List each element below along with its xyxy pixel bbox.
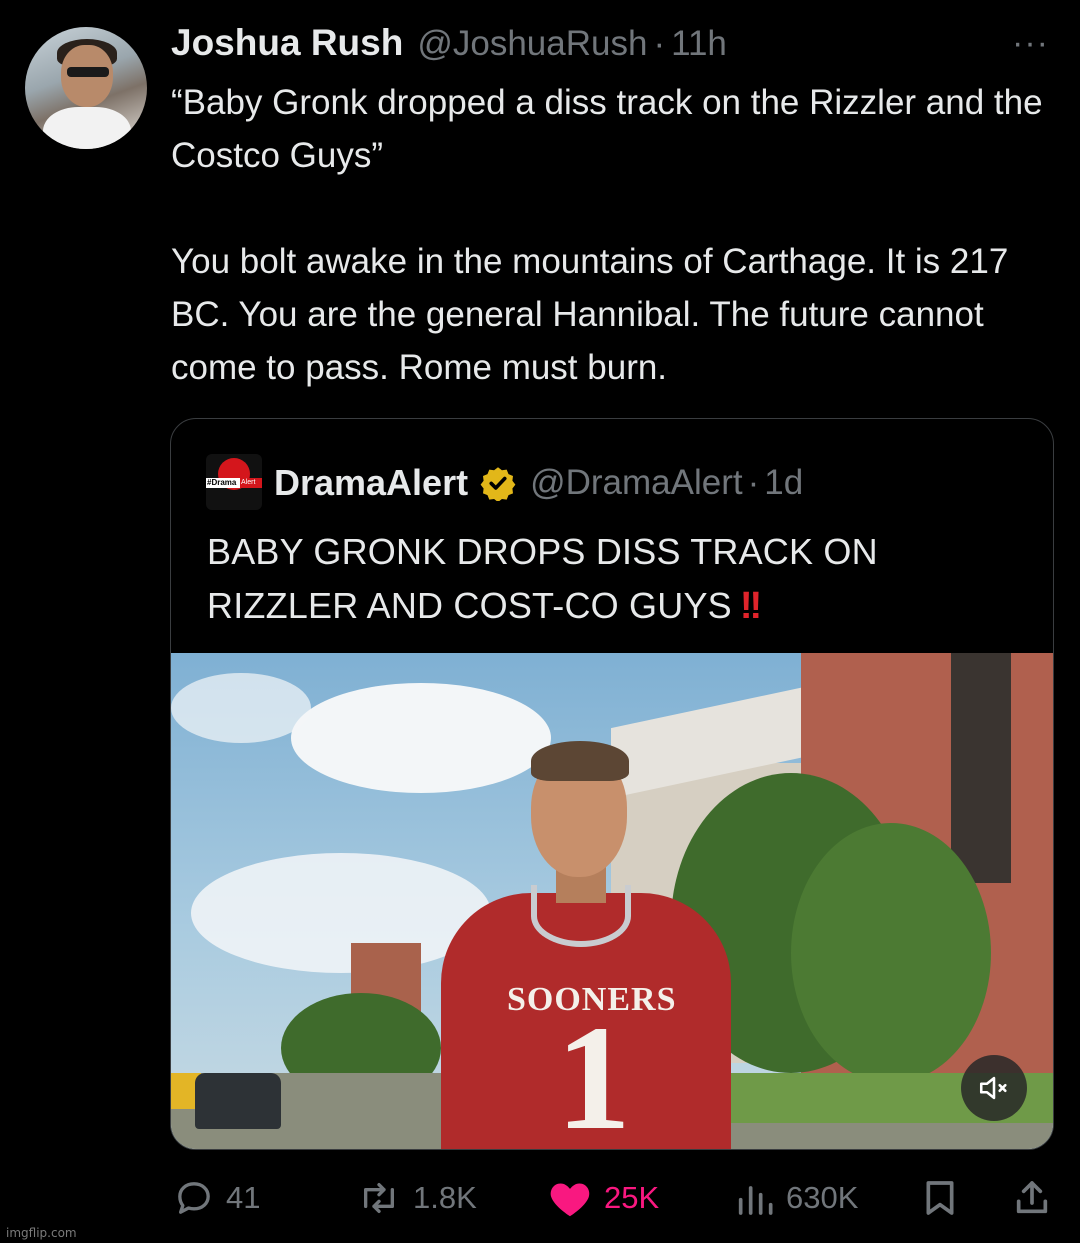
share-button[interactable] bbox=[1012, 1168, 1052, 1228]
repost-icon bbox=[363, 1183, 394, 1213]
quoted-author-handle[interactable]: @DramaAlert bbox=[530, 463, 743, 503]
tweet-header: Joshua Rush @JoshuaRush · 11h bbox=[171, 22, 727, 72]
logo-text: Alert bbox=[241, 479, 256, 486]
double-exclamation-icon: !! bbox=[739, 585, 762, 627]
reply-icon bbox=[178, 1182, 210, 1214]
mute-button[interactable] bbox=[961, 1055, 1027, 1121]
logo-text: #Drama bbox=[207, 478, 237, 487]
quoted-tweet-text: BABY GRONK DROPS DISS TRACK ON RIZZLER A… bbox=[207, 525, 1027, 633]
view-count: 630K bbox=[786, 1180, 859, 1215]
quoted-tweet-header: DramaAlert @DramaAlert · 1d bbox=[274, 459, 803, 507]
quoted-video[interactable]: SOONERS 1 bbox=[171, 653, 1053, 1150]
like-button[interactable]: 25K bbox=[548, 1168, 659, 1228]
views-bar-chart-icon bbox=[738, 1186, 773, 1215]
repost-button[interactable]: 1.8K bbox=[357, 1168, 477, 1228]
like-count: 25K bbox=[604, 1180, 660, 1215]
tweet-text: “Baby Gronk dropped a diss track on the … bbox=[171, 76, 1061, 394]
tweet-timestamp[interactable]: 11h bbox=[671, 24, 727, 64]
more-options-icon[interactable]: ··· bbox=[1012, 24, 1049, 63]
imgflip-watermark: imgflip.com bbox=[6, 1226, 77, 1240]
bookmark-button[interactable] bbox=[920, 1168, 960, 1228]
tweet-text-paragraph: You bolt awake in the mountains of Carth… bbox=[171, 242, 1009, 387]
author-avatar[interactable] bbox=[25, 27, 147, 149]
quoted-author-name[interactable]: DramaAlert bbox=[274, 462, 468, 504]
repost-count: 1.8K bbox=[413, 1180, 477, 1215]
heart-icon bbox=[550, 1183, 590, 1217]
speaker-muted-icon bbox=[979, 1076, 1007, 1100]
action-bar: 41 1.8K 25K 630K bbox=[0, 1168, 1080, 1228]
share-icon bbox=[1016, 1181, 1048, 1214]
bookmark-icon bbox=[926, 1181, 954, 1215]
separator-dot: · bbox=[747, 463, 760, 502]
tweet-text-paragraph: “Baby Gronk dropped a diss track on the … bbox=[171, 83, 1043, 175]
views-button[interactable]: 630K bbox=[734, 1168, 858, 1228]
quoted-text: BABY GRONK DROPS DISS TRACK ON RIZZLER A… bbox=[207, 531, 878, 626]
separator-dot: · bbox=[653, 24, 666, 63]
author-handle[interactable]: @JoshuaRush bbox=[417, 24, 647, 64]
quoted-tweet[interactable]: #Drama Alert DramaAlert @DramaAlert · 1d… bbox=[170, 418, 1054, 1150]
verified-badge-icon bbox=[480, 467, 516, 501]
jersey-number: 1 bbox=[556, 995, 631, 1150]
dramaalert-logo[interactable]: #Drama Alert bbox=[206, 454, 262, 510]
reply-button[interactable]: 41 bbox=[174, 1168, 260, 1228]
quoted-timestamp[interactable]: 1d bbox=[764, 463, 803, 503]
reply-count: 41 bbox=[226, 1180, 261, 1215]
author-name[interactable]: Joshua Rush bbox=[171, 22, 403, 64]
